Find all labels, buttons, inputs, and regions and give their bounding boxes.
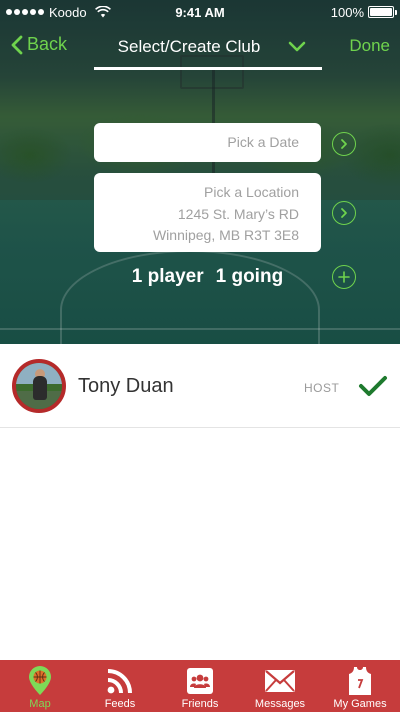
going-count: 1 going xyxy=(215,266,284,287)
rss-icon xyxy=(107,669,132,694)
chevron-down-icon xyxy=(288,41,306,52)
chevron-right-icon xyxy=(341,208,347,218)
wifi-icon xyxy=(94,6,111,18)
location-placeholder: Pick a Location xyxy=(204,184,299,200)
club-selector-dropdown[interactable]: Select/Create Club xyxy=(94,32,322,70)
page-title: Select/Create Club xyxy=(117,37,261,56)
pick-date-field[interactable]: Pick a Date xyxy=(94,123,321,162)
attendance-summary: 1 player 1 going xyxy=(94,265,321,289)
player-list-item[interactable]: Tony Duan HOST xyxy=(0,345,400,428)
location-address-line2: Winnipeg, MB R3T 3E8 xyxy=(152,227,299,243)
battery-icon xyxy=(368,6,397,18)
pick-date-button[interactable] xyxy=(332,132,356,156)
pick-location-field[interactable]: Pick a Location 1245 St. Mary’s RD Winni… xyxy=(94,173,321,252)
tab-label: Messages xyxy=(254,698,306,710)
chevron-left-icon xyxy=(11,35,23,54)
tab-feeds[interactable]: Feeds xyxy=(80,660,160,712)
player-name: Tony Duan xyxy=(78,375,174,397)
chevron-right-icon xyxy=(341,139,347,149)
carrier-name: Koodo xyxy=(49,4,87,20)
map-pin-basketball-icon xyxy=(29,666,51,695)
status-bar: Koodo 9:41 AM 100% xyxy=(0,0,400,24)
back-button[interactable]: Back xyxy=(10,34,67,55)
signal-strength-icon xyxy=(6,9,44,15)
tab-label: Map xyxy=(29,698,51,710)
checkmark-icon[interactable] xyxy=(358,375,388,397)
location-address-line1: 1245 St. Mary’s RD xyxy=(177,205,299,222)
host-badge: HOST xyxy=(304,381,340,395)
tab-label: Friends xyxy=(181,698,219,710)
done-button[interactable]: Done xyxy=(349,36,390,56)
pick-location-button[interactable] xyxy=(332,201,356,225)
back-label: Back xyxy=(27,34,68,54)
tab-bar: Map Feeds Friends Messages My Games xyxy=(0,660,400,712)
tab-label: Feeds xyxy=(104,698,136,710)
navigation-bar: Back Select/Create Club Done xyxy=(0,24,400,70)
add-player-button[interactable] xyxy=(332,265,356,289)
tab-map[interactable]: Map xyxy=(0,660,80,712)
tab-my-games[interactable]: My Games xyxy=(320,660,400,712)
battery-percent: 100% xyxy=(330,4,364,20)
tab-messages[interactable]: Messages xyxy=(240,660,320,712)
players-count: 1 player xyxy=(131,266,204,287)
avatar xyxy=(12,359,66,413)
tab-label: My Games xyxy=(333,698,387,710)
jersey-icon xyxy=(349,667,371,695)
friends-icon xyxy=(187,668,213,694)
tab-friends[interactable]: Friends xyxy=(160,660,240,712)
plus-icon xyxy=(338,271,350,283)
envelope-icon xyxy=(265,670,295,692)
title-underline xyxy=(94,67,322,70)
